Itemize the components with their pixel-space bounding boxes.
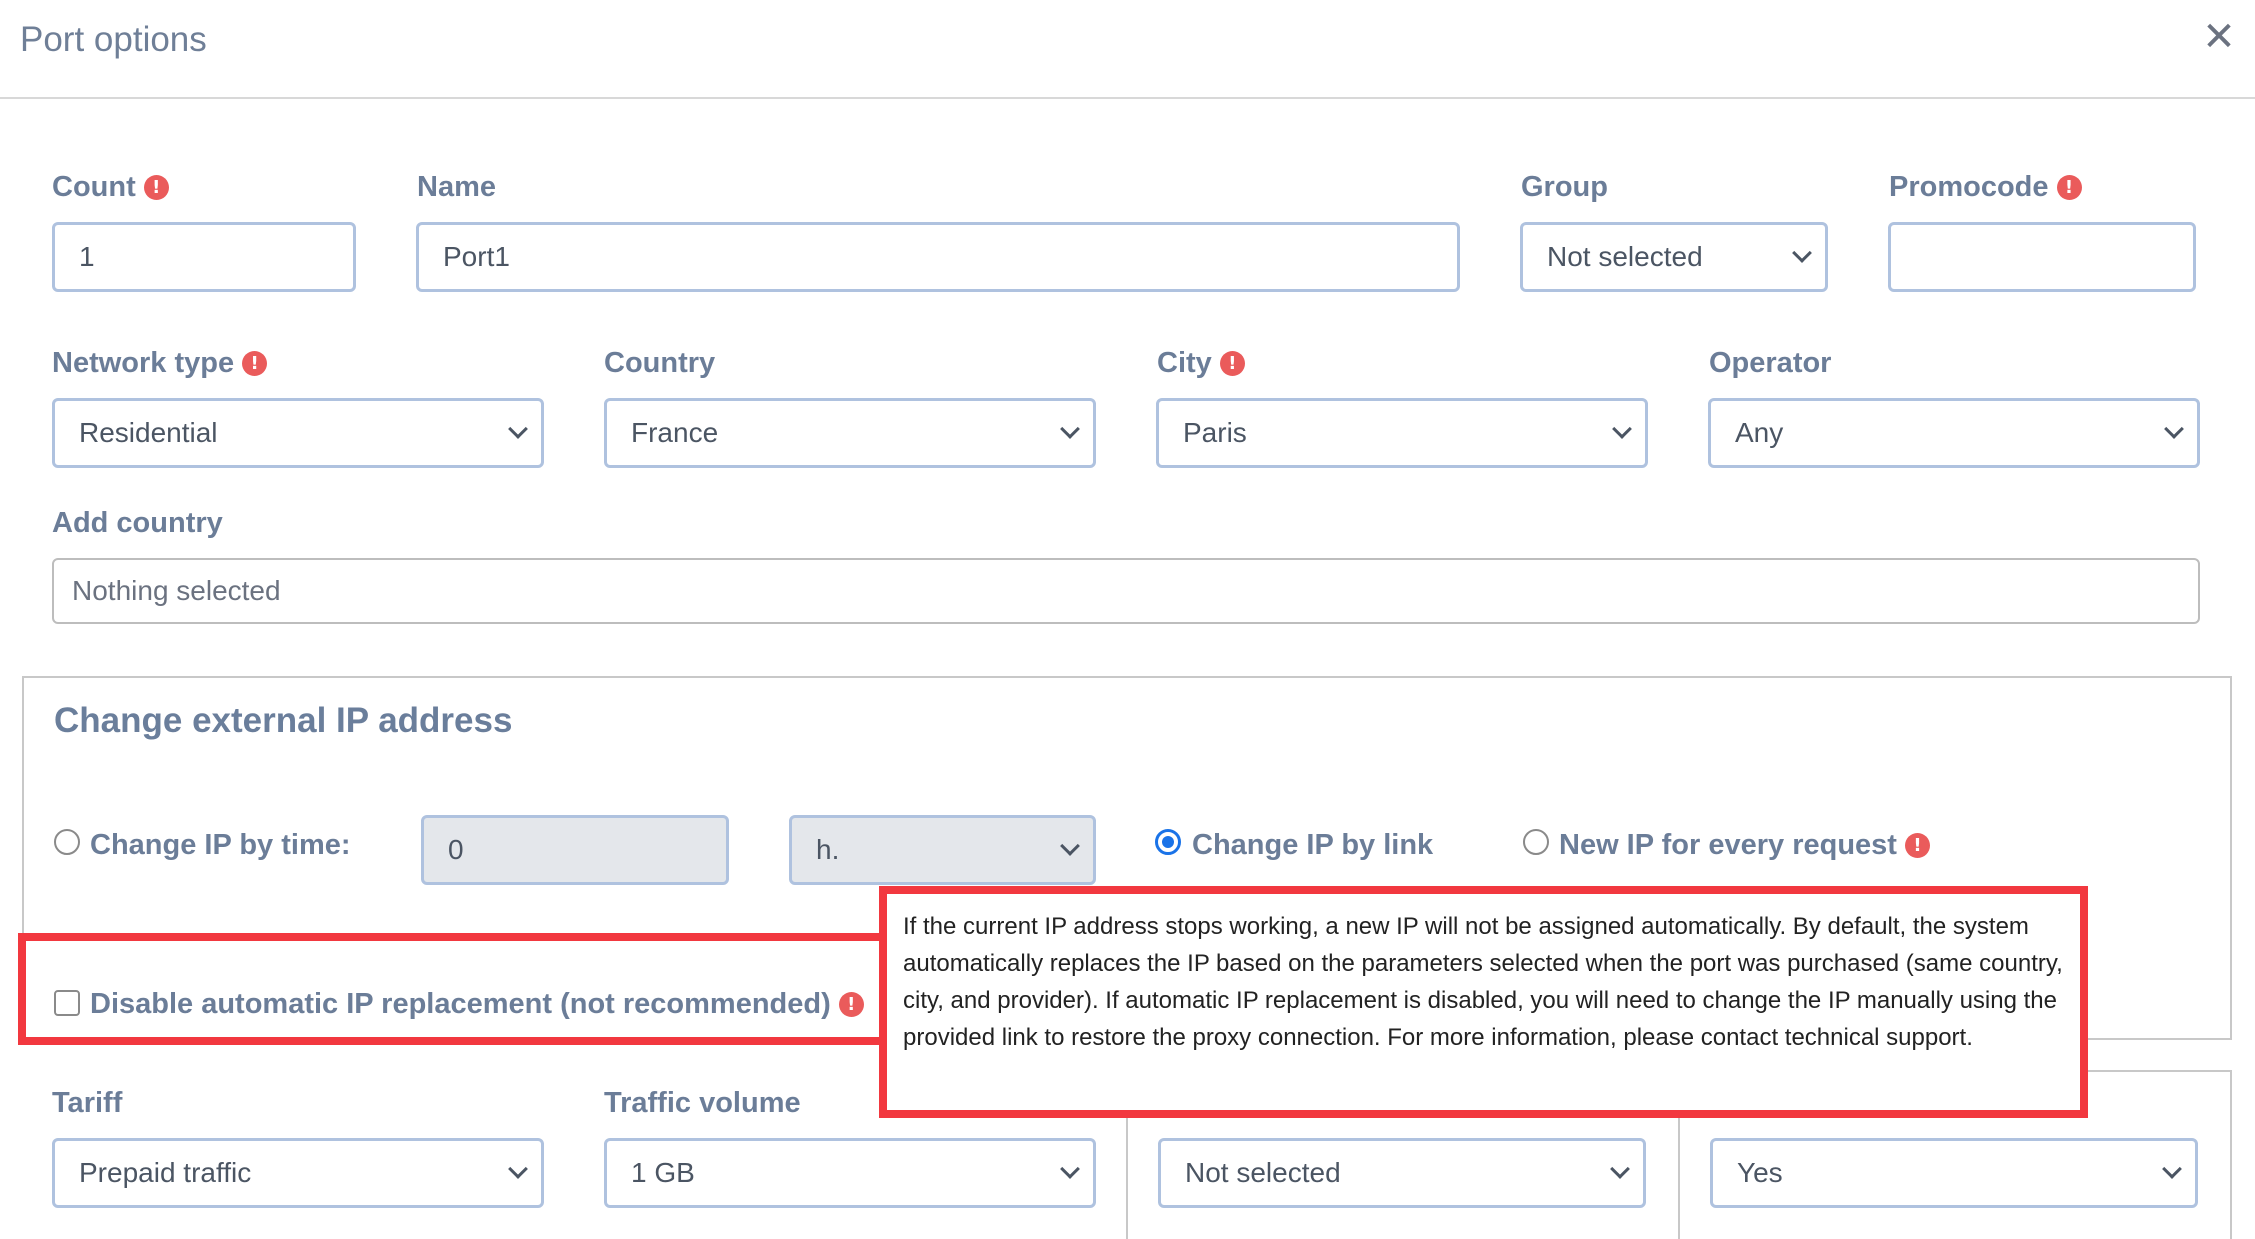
exclamation-icon[interactable]: ! — [1219, 350, 1245, 376]
exclamation-icon[interactable]: ! — [143, 174, 169, 200]
new-ip-every-request-label[interactable]: New IP for every request! — [1559, 825, 1930, 865]
tariff-label: Tariff — [52, 1087, 123, 1119]
name-label: Name — [417, 171, 496, 203]
group-label: Group — [1521, 171, 1608, 203]
disable-auto-ip-tooltip: If the current IP address stops working,… — [879, 886, 2088, 1118]
chevron-down-icon — [1612, 419, 1632, 439]
disable-auto-ip-label[interactable]: Disable automatic IP replacement (not re… — [90, 984, 864, 1024]
promocode-label: Promocode! — [1889, 167, 2082, 207]
group-select[interactable]: Not selected — [1520, 222, 1828, 292]
chevron-down-icon — [1060, 1159, 1080, 1179]
change-ip-by-time-label[interactable]: Change IP by time: — [90, 825, 351, 865]
header-divider — [0, 97, 2255, 99]
chevron-down-icon — [1610, 1159, 1630, 1179]
chevron-down-icon — [2164, 419, 2184, 439]
chevron-down-icon — [508, 1159, 528, 1179]
exclamation-icon[interactable]: ! — [1904, 832, 1930, 858]
tariff-select[interactable]: Prepaid traffic — [52, 1138, 544, 1208]
close-icon[interactable]: ✕ — [2200, 17, 2238, 57]
chevron-down-icon — [2162, 1159, 2182, 1179]
operator-select[interactable]: Any — [1708, 398, 2200, 468]
add-country-label: Add country — [52, 507, 223, 539]
traffic-volume-select[interactable]: 1 GB — [604, 1138, 1096, 1208]
new-ip-every-request-radio[interactable] — [1523, 829, 1549, 855]
network-type-label: Network type! — [52, 343, 268, 383]
chevron-down-icon — [1060, 836, 1080, 856]
chevron-down-icon — [1060, 419, 1080, 439]
change-ip-by-link-radio[interactable] — [1155, 829, 1181, 855]
change-ip-unit-select[interactable]: h. — [789, 815, 1096, 885]
row3-fourth-select[interactable]: Yes — [1710, 1138, 2198, 1208]
change-ip-by-link-label[interactable]: Change IP by link — [1192, 825, 1433, 865]
chevron-down-icon — [508, 419, 528, 439]
city-select[interactable]: Paris — [1156, 398, 1648, 468]
add-country-multiselect[interactable]: Nothing selected — [52, 558, 2200, 624]
change-ip-by-time-radio[interactable] — [54, 829, 80, 855]
exclamation-icon[interactable]: ! — [242, 350, 268, 376]
disable-auto-ip-checkbox[interactable] — [54, 990, 80, 1016]
count-label: Count! — [52, 167, 169, 207]
change-ip-title: Change external IP address — [54, 701, 513, 740]
exclamation-icon[interactable]: ! — [2056, 174, 2082, 200]
change-ip-interval-input[interactable]: 0 — [421, 815, 729, 885]
operator-label: Operator — [1709, 347, 1832, 379]
country-label: Country — [604, 347, 716, 379]
dialog-title: Port options — [20, 20, 207, 59]
traffic-volume-label: Traffic volume — [604, 1087, 801, 1119]
exclamation-icon[interactable]: ! — [838, 991, 864, 1017]
row3-third-select[interactable]: Not selected — [1158, 1138, 1646, 1208]
city-label: City! — [1157, 343, 1245, 383]
network-type-select[interactable]: Residential — [52, 398, 544, 468]
country-select[interactable]: France — [604, 398, 1096, 468]
promocode-input[interactable] — [1888, 222, 2196, 292]
count-input[interactable]: 1 — [52, 222, 356, 292]
name-input[interactable]: Port1 — [416, 222, 1460, 292]
chevron-down-icon — [1792, 243, 1812, 263]
